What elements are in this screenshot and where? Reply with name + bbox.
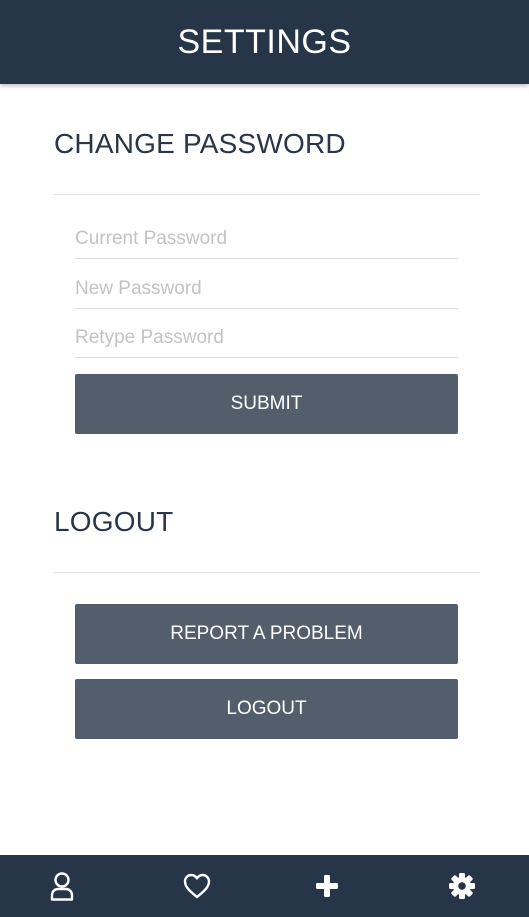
page-title: SETTINGS (177, 22, 352, 61)
heart-icon (183, 873, 211, 899)
change-password-divider (53, 194, 480, 195)
plus-icon (316, 875, 338, 897)
tab-profile[interactable] (32, 855, 92, 917)
tab-settings[interactable] (432, 855, 492, 917)
user-icon (50, 872, 74, 901)
bottom-tab-bar (0, 855, 529, 917)
report-problem-button[interactable]: REPORT A PROBLEM (75, 604, 458, 664)
gear-icon (449, 873, 475, 899)
logout-heading: LOGOUT (54, 506, 174, 537)
retype-password-input[interactable] (75, 318, 458, 358)
tab-add[interactable] (297, 855, 357, 917)
logout-button[interactable]: LOGOUT (75, 679, 458, 739)
new-password-input[interactable] (75, 269, 458, 309)
logout-divider (53, 572, 480, 573)
tab-favorites[interactable] (167, 855, 227, 917)
current-password-input[interactable] (75, 219, 458, 259)
submit-button[interactable]: SUBMIT (75, 374, 458, 434)
change-password-heading: CHANGE PASSWORD (54, 128, 346, 159)
app-header: SETTINGS (0, 0, 529, 84)
